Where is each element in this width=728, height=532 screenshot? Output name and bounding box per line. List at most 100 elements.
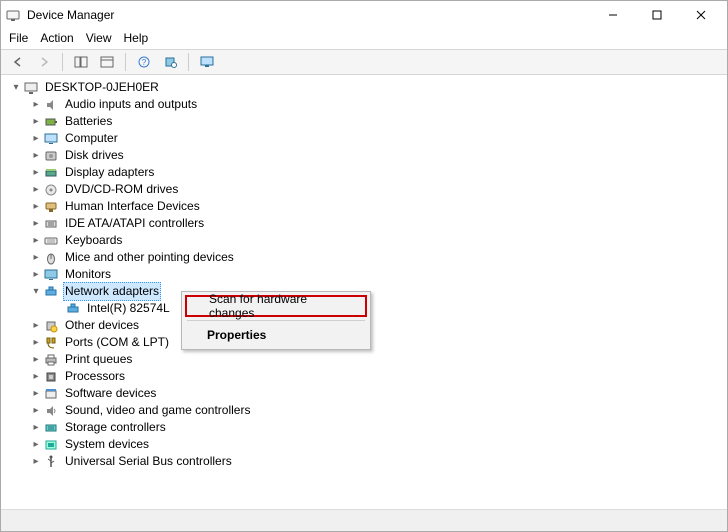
expand-icon[interactable]: ▸ xyxy=(29,317,43,334)
computer-icon xyxy=(23,80,39,96)
tree-item-label: System devices xyxy=(63,436,151,453)
expand-icon[interactable]: ▸ xyxy=(29,453,43,470)
close-button[interactable] xyxy=(679,1,723,29)
other-icon xyxy=(43,318,59,334)
scan-hardware-button[interactable] xyxy=(159,51,181,73)
tree-item-label: Processors xyxy=(63,368,127,385)
tree-item-label: Sound, video and game controllers xyxy=(63,402,252,419)
expand-icon[interactable]: ▸ xyxy=(29,147,43,164)
mouse-icon xyxy=(43,250,59,266)
software-icon xyxy=(43,386,59,402)
help-button[interactable]: ? xyxy=(133,51,155,73)
titlebar: Device Manager xyxy=(1,1,727,29)
tree-item[interactable]: ▸Print queues xyxy=(5,351,727,368)
system-icon xyxy=(43,437,59,453)
expand-icon[interactable]: ▸ xyxy=(29,436,43,453)
monitor-button[interactable] xyxy=(196,51,218,73)
context-menu: Scan for hardware changes Properties xyxy=(181,291,371,350)
expand-icon[interactable]: ▸ xyxy=(29,164,43,181)
back-button[interactable] xyxy=(7,51,29,73)
keyboard-icon xyxy=(43,233,59,249)
battery-icon xyxy=(43,114,59,130)
expand-icon[interactable]: ▸ xyxy=(29,113,43,130)
forward-button[interactable] xyxy=(33,51,55,73)
expand-icon[interactable]: ▸ xyxy=(29,198,43,215)
tree-item[interactable]: ▸ Processors xyxy=(5,368,727,385)
tree-item[interactable]: ▸ Display adapters xyxy=(5,164,727,181)
ports-icon xyxy=(43,335,59,351)
show-hide-tree-button[interactable] xyxy=(70,51,92,73)
tree-item-label: Ports (COM & LPT) xyxy=(63,334,171,351)
menubar: File Action View Help xyxy=(1,29,727,49)
ctx-properties[interactable]: Properties xyxy=(185,324,367,346)
optical-icon xyxy=(43,182,59,198)
expand-icon[interactable]: ▸ xyxy=(29,334,43,351)
toolbar: ? xyxy=(1,49,727,75)
expand-icon[interactable]: ▸ xyxy=(29,130,43,147)
cpu-icon xyxy=(43,369,59,385)
expand-icon[interactable]: ▸ xyxy=(29,181,43,198)
tree-item-label: Network adapters xyxy=(63,282,161,301)
expand-icon[interactable]: ▸ xyxy=(29,215,43,232)
expand-icon[interactable]: ▸ xyxy=(29,249,43,266)
ctx-scan-hardware[interactable]: Scan for hardware changes xyxy=(185,295,367,317)
tree-item-label: Display adapters xyxy=(63,164,156,181)
menu-view[interactable]: View xyxy=(86,31,112,45)
tree-item[interactable]: ▸Software devices xyxy=(5,385,727,402)
collapse-icon[interactable]: ▾ xyxy=(29,283,43,300)
svg-text:?: ? xyxy=(142,58,147,67)
tree-item-label: Batteries xyxy=(63,113,114,130)
monitor-icon xyxy=(43,267,59,283)
tree-item-label: Computer xyxy=(63,130,120,147)
tree-item[interactable]: ▸ Computer xyxy=(5,130,727,147)
tree-item-label: Universal Serial Bus controllers xyxy=(63,453,234,470)
expand-icon[interactable]: ▸ xyxy=(29,402,43,419)
network-icon xyxy=(65,301,81,317)
tree-item[interactable]: ▸Mice and other pointing devices xyxy=(5,249,727,266)
expand-icon[interactable]: ▸ xyxy=(29,385,43,402)
tree-item[interactable]: ▸Storage controllers xyxy=(5,419,727,436)
tree-item[interactable]: ▸ Keyboards xyxy=(5,232,727,249)
toolbar-separator xyxy=(125,53,126,71)
minimize-button[interactable] xyxy=(591,1,635,29)
menu-file[interactable]: File xyxy=(9,31,28,45)
tree-item[interactable]: ▸ Human Interface Devices xyxy=(5,198,727,215)
menu-help[interactable]: Help xyxy=(124,31,149,45)
tree-root[interactable]: ▾ DESKTOP-0JEH0ER xyxy=(5,79,727,96)
tree-item[interactable]: ▸ Disk drives xyxy=(5,147,727,164)
expand-icon[interactable]: ▸ xyxy=(29,419,43,436)
tree-item[interactable]: ▸Monitors xyxy=(5,266,727,283)
expand-icon[interactable]: ▾ xyxy=(9,79,23,96)
expand-icon[interactable]: ▸ xyxy=(29,232,43,249)
printer-icon xyxy=(43,352,59,368)
tree-item[interactable]: ▸ Batteries xyxy=(5,113,727,130)
tree-item-label: DVD/CD-ROM drives xyxy=(63,181,180,198)
toolbar-separator xyxy=(188,53,189,71)
computer-icon xyxy=(43,131,59,147)
tree-item-label: Human Interface Devices xyxy=(63,198,202,215)
expand-icon[interactable]: ▸ xyxy=(29,368,43,385)
maximize-button[interactable] xyxy=(635,1,679,29)
tree-item-label: Intel(R) 82574L xyxy=(85,300,172,317)
tree-item[interactable]: ▸ IDE ATA/ATAPI controllers xyxy=(5,215,727,232)
ctx-item-label: Properties xyxy=(207,328,266,342)
tree-item-label: Keyboards xyxy=(63,232,124,249)
tree-item[interactable]: ▸ System devices xyxy=(5,436,727,453)
expand-icon[interactable]: ▸ xyxy=(29,266,43,283)
display-icon xyxy=(43,165,59,181)
tree-item-label: Disk drives xyxy=(63,147,126,164)
tree-item[interactable]: ▸ Audio inputs and outputs xyxy=(5,96,727,113)
properties-button[interactable] xyxy=(96,51,118,73)
tree-item[interactable]: ▸ Sound, video and game controllers xyxy=(5,402,727,419)
expand-icon[interactable]: ▸ xyxy=(29,351,43,368)
statusbar xyxy=(1,509,727,531)
tree-item-label: Other devices xyxy=(63,317,141,334)
hid-icon xyxy=(43,199,59,215)
expand-icon[interactable]: ▸ xyxy=(29,96,43,113)
tree-item[interactable]: ▸ Universal Serial Bus controllers xyxy=(5,453,727,470)
tree-item[interactable]: ▸ DVD/CD-ROM drives xyxy=(5,181,727,198)
menu-action[interactable]: Action xyxy=(40,31,73,45)
tree-item-label: Audio inputs and outputs xyxy=(63,96,199,113)
usb-icon xyxy=(43,454,59,470)
tree-item-label: IDE ATA/ATAPI controllers xyxy=(63,215,206,232)
